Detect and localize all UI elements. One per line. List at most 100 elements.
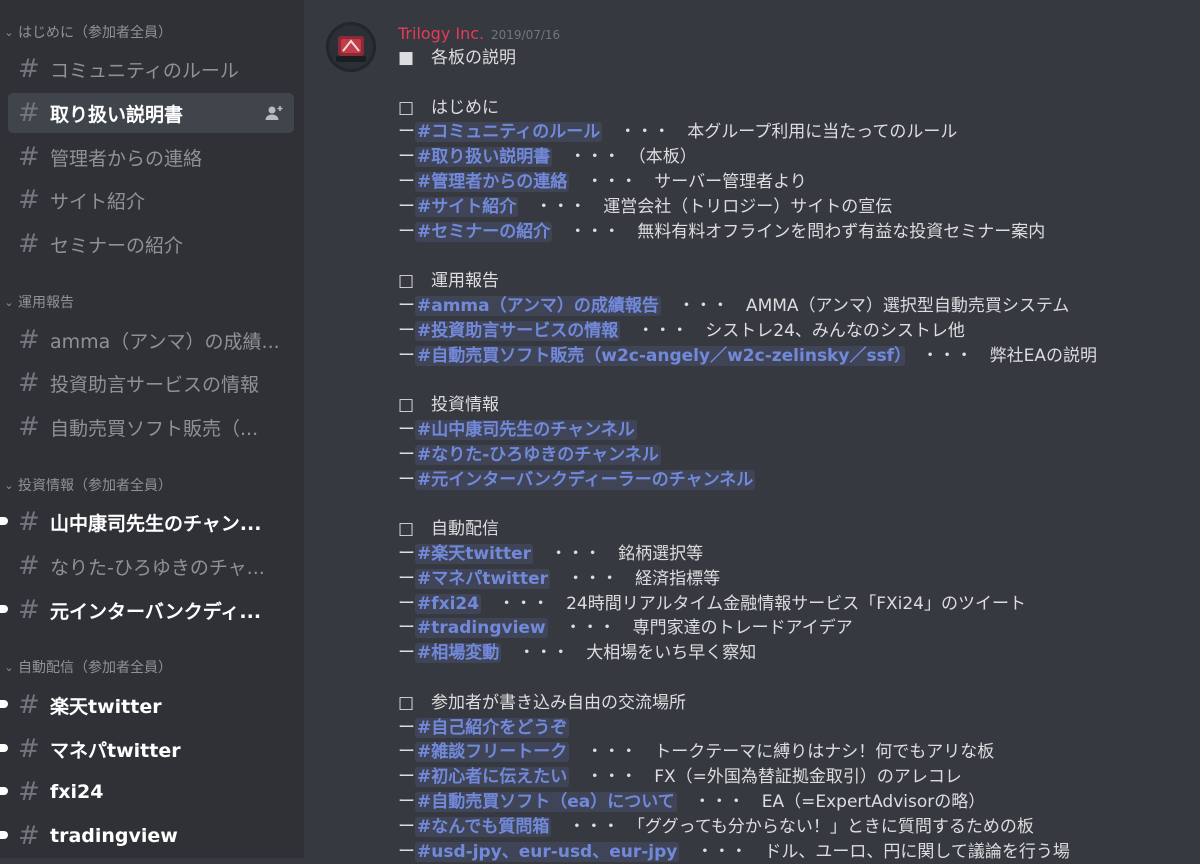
channel-mention-link[interactable]: #山中康司先生のチャンネル <box>415 420 637 440</box>
category-auto-delivery[interactable]: ⌄ 自動配信（参加者全員） <box>0 657 172 677</box>
channel-mention-link[interactable]: #自動売買ソフト（ea）について <box>415 792 677 812</box>
channel-line: ー #amma（アンマ）の成績報告 ・・・ AMMA（アンマ）選択型自動売買システ… <box>398 294 1069 318</box>
category-hajimeni[interactable]: ⌄ はじめに（参加者全員） <box>0 22 172 42</box>
channel-tradingview[interactable]: # tradingview <box>0 816 294 856</box>
channel-mention-link[interactable]: #楽天twitter <box>415 544 534 564</box>
section-title: □ 運用報告 <box>398 271 500 292</box>
channel-description: ・・・ EA（=ExpertAdvisorの略） <box>693 792 986 812</box>
channel-seminar[interactable]: # セミナーの紹介 <box>8 224 294 264</box>
category-label: はじめに（参加者全員） <box>18 25 172 41</box>
channel-manual[interactable]: # 取り扱い説明書 <box>8 93 294 133</box>
channel-line: ー #自動売買ソフト販売（w2c-angely／w2c-zelinsky／ssf）… <box>398 344 1097 368</box>
channel-line: ー #山中康司先生のチャンネル <box>398 418 637 442</box>
dash-marker: ー <box>398 469 415 490</box>
hash-icon: # <box>18 368 40 398</box>
channel-label: 管理者からの連絡 <box>50 147 203 170</box>
channel-mention-link[interactable]: #投資助言サービスの情報 <box>415 320 621 341</box>
channel-label: マネパtwitter <box>50 739 181 762</box>
channel-mention-link[interactable]: #マネパtwitter <box>415 568 551 589</box>
chevron-down-icon: ⌄ <box>4 478 14 492</box>
dash-marker: ー <box>398 841 415 862</box>
hash-icon: # <box>18 98 40 128</box>
channel-mention-link[interactable]: #なりた-ひろゆきのチャンネル <box>415 444 661 465</box>
channel-line: ー #初心者に伝えたい ・・・ FX（=外国為替証拠金取引）のアレコレ <box>398 765 962 789</box>
channel-mention-link[interactable]: #なんでも質問箱 <box>415 816 552 837</box>
channel-auto-trade-sales[interactable]: # 自動売買ソフト販売（... <box>8 407 294 447</box>
channel-mention-link[interactable]: #fxi24 <box>415 593 482 614</box>
channel-description: ・・・ 銘柄選択等 <box>550 544 704 564</box>
hash-icon: # <box>18 777 40 807</box>
message-timestamp: 2019/07/16 <box>491 28 561 42</box>
channel-yamanaka[interactable]: # 山中康司先生のチャン... <box>0 502 294 542</box>
unread-indicator <box>0 787 8 795</box>
channel-community-rules[interactable]: # コミュニティのルール <box>8 49 294 89</box>
channel-mention-link[interactable]: #自動売買ソフト販売（w2c-angely／w2c-zelinsky／ssf） <box>415 345 905 366</box>
channel-mention-link[interactable]: #amma（アンマ）の成績報告 <box>415 296 661 316</box>
channel-label: 取り扱い説明書 <box>50 103 184 126</box>
dash-marker: ー <box>398 816 415 837</box>
hash-icon: # <box>18 412 40 442</box>
channel-label: なりた-ひろゆきのチャ... <box>50 556 265 579</box>
channel-manepa-twitter[interactable]: # マネパtwitter <box>0 729 294 769</box>
channel-description: ・・・ 運営会社（トリロジー）サイトの宣伝 <box>535 196 893 217</box>
channel-mention-link[interactable]: #自己紹介をどうぞ <box>415 717 570 738</box>
message-author[interactable]: Trilogy Inc. <box>398 24 484 43</box>
channel-mention-link[interactable]: #初心者に伝えたい <box>415 767 570 788</box>
channel-advisory[interactable]: # 投資助言サービスの情報 <box>8 363 294 403</box>
channel-label: amma（アンマ）の成績... <box>50 330 280 353</box>
section-title: □ 自動配信 <box>398 519 500 540</box>
unread-indicator <box>0 831 8 839</box>
channel-line: ー #投資助言サービスの情報 ・・・ シストレ24、みんなのシストレ他 <box>398 319 965 343</box>
channel-description: ・・・ 専門家達のトレードアイデア <box>564 618 853 639</box>
channel-mention-link[interactable]: #元インターバンクディーラーのチャンネル <box>415 469 756 490</box>
section-title: □ 参加者が書き込み自由の交流場所 <box>398 692 687 713</box>
channel-interbank[interactable]: # 元インターバンクディ... <box>0 590 294 630</box>
channel-rakuten-twitter[interactable]: # 楽天twitter <box>0 685 294 725</box>
category-operation-report[interactable]: ⌄ 運用報告 <box>0 292 74 312</box>
chat-area: Trilogy Inc. 2019/07/16 ■ 各板の説明 □ はじめにー #コ… <box>304 0 1200 862</box>
channel-label: セミナーの紹介 <box>50 234 184 257</box>
channel-label: tradingview <box>50 825 178 847</box>
dash-marker: ー <box>398 122 415 143</box>
channel-narita[interactable]: # なりた-ひろゆきのチャ... <box>8 546 294 586</box>
add-member-icon[interactable] <box>264 103 284 123</box>
channel-description: ・・・ 無料有料オフラインを問わず有益な投資セミナー案内 <box>569 221 1046 242</box>
channel-mention-link[interactable]: #雑談フリートーク <box>415 742 570 763</box>
channel-description: ・・・ トークテーマに縛りはナシ！何でもアリな板 <box>586 742 995 763</box>
channel-mention-link[interactable]: #管理者からの連絡 <box>415 172 570 192</box>
channel-mention-link[interactable]: #tradingview <box>415 618 548 639</box>
hash-icon: # <box>18 690 40 720</box>
channel-mention-link[interactable]: #usd-jpy、eur-usd、eur-jpy <box>415 841 680 862</box>
channel-mention-link[interactable]: #コミュニティのルール <box>415 122 603 143</box>
channel-admin-notice[interactable]: # 管理者からの連絡 <box>8 137 294 177</box>
channel-description: ・・・ シストレ24、みんなのシストレ他 <box>637 320 965 341</box>
channel-label: 楽天twitter <box>50 695 162 718</box>
channel-mention-link[interactable]: #取り扱い説明書 <box>415 147 553 168</box>
channel-site-intro[interactable]: # サイト紹介 <box>8 180 294 220</box>
channel-mention-link[interactable]: #セミナーの紹介 <box>415 221 553 242</box>
channel-label: 山中康司先生のチャン... <box>50 512 262 535</box>
channel-line: ー #マネパtwitter ・・・ 経済指標等 <box>398 567 720 591</box>
channel-mention-link[interactable]: #サイト紹介 <box>415 196 519 217</box>
channel-mention-link[interactable]: #相場変動 <box>415 643 502 664</box>
channel-line: ー #自己紹介をどうぞ <box>398 716 570 740</box>
channel-line: ー #相場変動 ・・・ 大相場をいち早く察知 <box>398 641 756 665</box>
channel-amma[interactable]: # amma（アンマ）の成績... <box>8 320 294 360</box>
category-label: 運用報告 <box>18 295 74 311</box>
dash-marker: ー <box>398 593 415 614</box>
chevron-down-icon: ⌄ <box>4 25 14 39</box>
channel-line: ー #なりた-ひろゆきのチャンネル <box>398 443 661 467</box>
hash-icon: # <box>18 229 40 259</box>
dash-marker: ー <box>398 345 415 366</box>
channel-fxi24[interactable]: # fxi24 <box>0 772 294 812</box>
category-investment-info[interactable]: ⌄ 投資情報（参加者全員） <box>0 475 172 495</box>
unread-indicator <box>0 700 8 708</box>
avatar[interactable] <box>326 22 376 72</box>
